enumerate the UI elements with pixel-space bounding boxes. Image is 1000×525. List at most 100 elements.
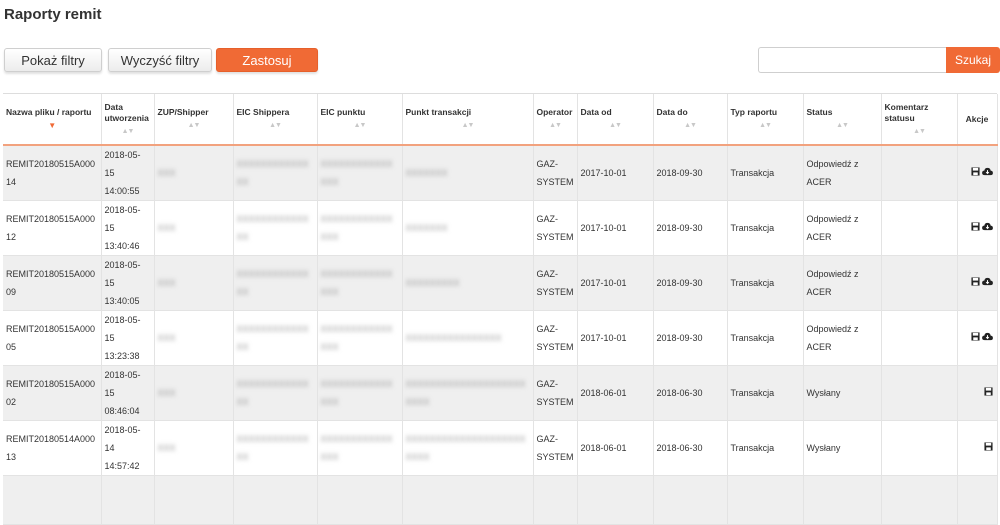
cell-value: 2017-10-01 xyxy=(580,333,627,343)
sort-arrows-icon[interactable]: ▲▼ xyxy=(581,120,650,131)
cell-name: REMIT20180515A00005 xyxy=(3,310,102,366)
sort-arrows-icon[interactable]: ▲▼ xyxy=(657,120,724,131)
sort-arrows-icon[interactable]: ▲▼ xyxy=(321,120,399,131)
header-date-to[interactable]: Data do ▲▼ xyxy=(653,94,728,146)
cell-operator: GAZ-SYSTEM xyxy=(533,310,578,366)
cell-value: XXX xyxy=(157,333,176,343)
cell-name xyxy=(3,475,102,525)
header-date-from[interactable]: Data od ▲▼ xyxy=(577,94,654,146)
header-label: Data od xyxy=(580,107,612,117)
cell-value: XXX xyxy=(157,443,176,453)
header-label: Data do xyxy=(656,107,688,117)
save-icon[interactable] xyxy=(983,439,993,457)
cell-value: 2017-10-01 xyxy=(580,168,627,178)
cell-value: XXXXXXXXXXXXXX xyxy=(236,269,309,297)
cell-value: 2018-06-01 xyxy=(580,443,627,453)
cell-value: XXXXXXXXXXXXXX xyxy=(236,434,309,462)
header-created[interactable]: Data utworzenia ▲▼ xyxy=(101,94,155,146)
header-label: Komentarz statusu xyxy=(884,101,929,123)
table-row[interactable]: REMIT20180515A00014 2018-05-15 14:00:55 XX… xyxy=(3,145,998,201)
header-label: Operator xyxy=(536,107,573,117)
table-row[interactable]: REMIT20180514A00013 2018-05-14 14:57:42 XX… xyxy=(3,420,998,476)
header-status-comment[interactable]: Komentarz statusu ▲▼ xyxy=(881,94,958,146)
header-file-name[interactable]: Nazwa pliku / raportu ▼ xyxy=(3,94,102,146)
sort-arrows-icon[interactable]: ▲▼ xyxy=(105,126,151,137)
save-icon[interactable] xyxy=(970,164,980,182)
header-eic-point[interactable]: EIC punktu ▲▼ xyxy=(317,94,403,146)
cell-point: XXXXXXX xyxy=(402,145,534,201)
cell-actions xyxy=(957,475,998,525)
cell-value: Odpowiedź z ACER xyxy=(806,324,859,352)
header-eic-shipper[interactable]: EIC Shippera ▲▼ xyxy=(233,94,318,146)
cell-status: Odpowiedź z ACER xyxy=(803,310,882,366)
cell-value: 2017-10-01 xyxy=(580,223,627,233)
cell-actions xyxy=(957,310,998,366)
cell-type: Transakcja xyxy=(727,365,804,421)
search-input[interactable] xyxy=(758,47,946,73)
clear-filters-button[interactable]: Wyczyść filtry xyxy=(108,48,212,72)
cell-type xyxy=(727,475,804,525)
cell-value: XXX xyxy=(157,168,176,178)
sort-arrows-icon[interactable]: ▲▼ xyxy=(158,120,230,131)
cell-value: 2018-09-30 xyxy=(656,278,703,288)
cell-to: 2018-09-30 xyxy=(653,200,728,256)
header-label: Nazwa pliku / raportu xyxy=(6,107,92,117)
cell-eic-point: XXXXXXXXXXXXXXX xyxy=(317,310,403,366)
table-row[interactable]: REMIT20180515A00009 2018-05-15 13:40:05 XX… xyxy=(3,255,998,311)
cloud-download-icon[interactable] xyxy=(981,329,993,347)
cell-actions xyxy=(957,420,998,476)
save-icon[interactable] xyxy=(970,219,980,237)
cell-to: 2018-06-30 xyxy=(653,420,728,476)
header-zup-shipper[interactable]: ZUP/Shipper ▲▼ xyxy=(154,94,234,146)
save-icon[interactable] xyxy=(970,329,980,347)
cell-value: GAZ-SYSTEM xyxy=(536,269,574,297)
header-status[interactable]: Status ▲▼ xyxy=(803,94,882,146)
table-row[interactable] xyxy=(3,475,998,525)
cell-type: Transakcja xyxy=(727,200,804,256)
table-row[interactable]: REMIT20180515A00002 2018-05-15 08:46:04 XX… xyxy=(3,365,998,421)
cell-value: GAZ-SYSTEM xyxy=(536,379,574,407)
search-button[interactable]: Szukaj xyxy=(946,47,1000,73)
cell-value: Transakcja xyxy=(730,278,775,288)
cell-created: 2018-05-15 13:40:46 xyxy=(101,200,155,256)
cloud-download-icon[interactable] xyxy=(981,164,993,182)
cell-eic-point: XXXXXXXXXXXXXXX xyxy=(317,200,403,256)
header-label: EIC punktu xyxy=(320,107,366,117)
sort-arrows-icon[interactable]: ▲▼ xyxy=(406,120,530,131)
cell-value: XXX xyxy=(157,388,176,398)
header-label: Typ raportu xyxy=(730,107,778,117)
table-row[interactable]: REMIT20180515A00012 2018-05-15 13:40:46 XX… xyxy=(3,200,998,256)
save-icon[interactable] xyxy=(970,274,980,292)
cell-actions xyxy=(957,145,998,201)
cell-created xyxy=(101,475,155,525)
table-row[interactable]: REMIT20180515A00005 2018-05-15 13:23:38 XX… xyxy=(3,310,998,366)
cell-zup: XXX xyxy=(154,200,234,256)
header-transaction-point[interactable]: Punkt transakcji ▲▼ xyxy=(402,94,534,146)
sort-desc-icon[interactable]: ▼ xyxy=(6,120,98,131)
save-icon[interactable] xyxy=(983,384,993,402)
cell-zup xyxy=(154,475,234,525)
cell-value: REMIT20180515A00002 xyxy=(6,379,96,407)
apply-button[interactable]: Zastosuj xyxy=(216,48,318,72)
cell-point: XXXXXXXXXXXXXXXX xyxy=(402,310,534,366)
sort-arrows-icon[interactable]: ▲▼ xyxy=(807,120,878,131)
header-operator[interactable]: Operator ▲▼ xyxy=(533,94,578,146)
cell-value: XXXXXXXXXXXXXXX xyxy=(320,379,393,407)
sort-arrows-icon[interactable]: ▲▼ xyxy=(537,120,574,131)
cell-zup: XXX xyxy=(154,420,234,476)
cell-value: Transakcja xyxy=(730,388,775,398)
cell-from: 2017-10-01 xyxy=(577,310,654,366)
cell-eic-shipper: XXXXXXXXXXXXXX xyxy=(233,420,318,476)
cell-value: GAZ-SYSTEM xyxy=(536,324,574,352)
cell-value: 2018-09-30 xyxy=(656,168,703,178)
sort-arrows-icon[interactable]: ▲▼ xyxy=(885,126,954,137)
cloud-download-icon[interactable] xyxy=(981,274,993,292)
cloud-download-icon[interactable] xyxy=(981,219,993,237)
header-report-type[interactable]: Typ raportu ▲▼ xyxy=(727,94,804,146)
sort-arrows-icon[interactable]: ▲▼ xyxy=(731,120,800,131)
cell-value: XXXXXXXXXXXXXX xyxy=(236,324,309,352)
sort-arrows-icon[interactable]: ▲▼ xyxy=(237,120,314,131)
show-filters-button[interactable]: Pokaż filtry xyxy=(4,48,102,72)
cell-value: 2017-10-01 xyxy=(580,278,627,288)
cell-value: XXXXXXXXXXXXXXX xyxy=(320,214,393,242)
